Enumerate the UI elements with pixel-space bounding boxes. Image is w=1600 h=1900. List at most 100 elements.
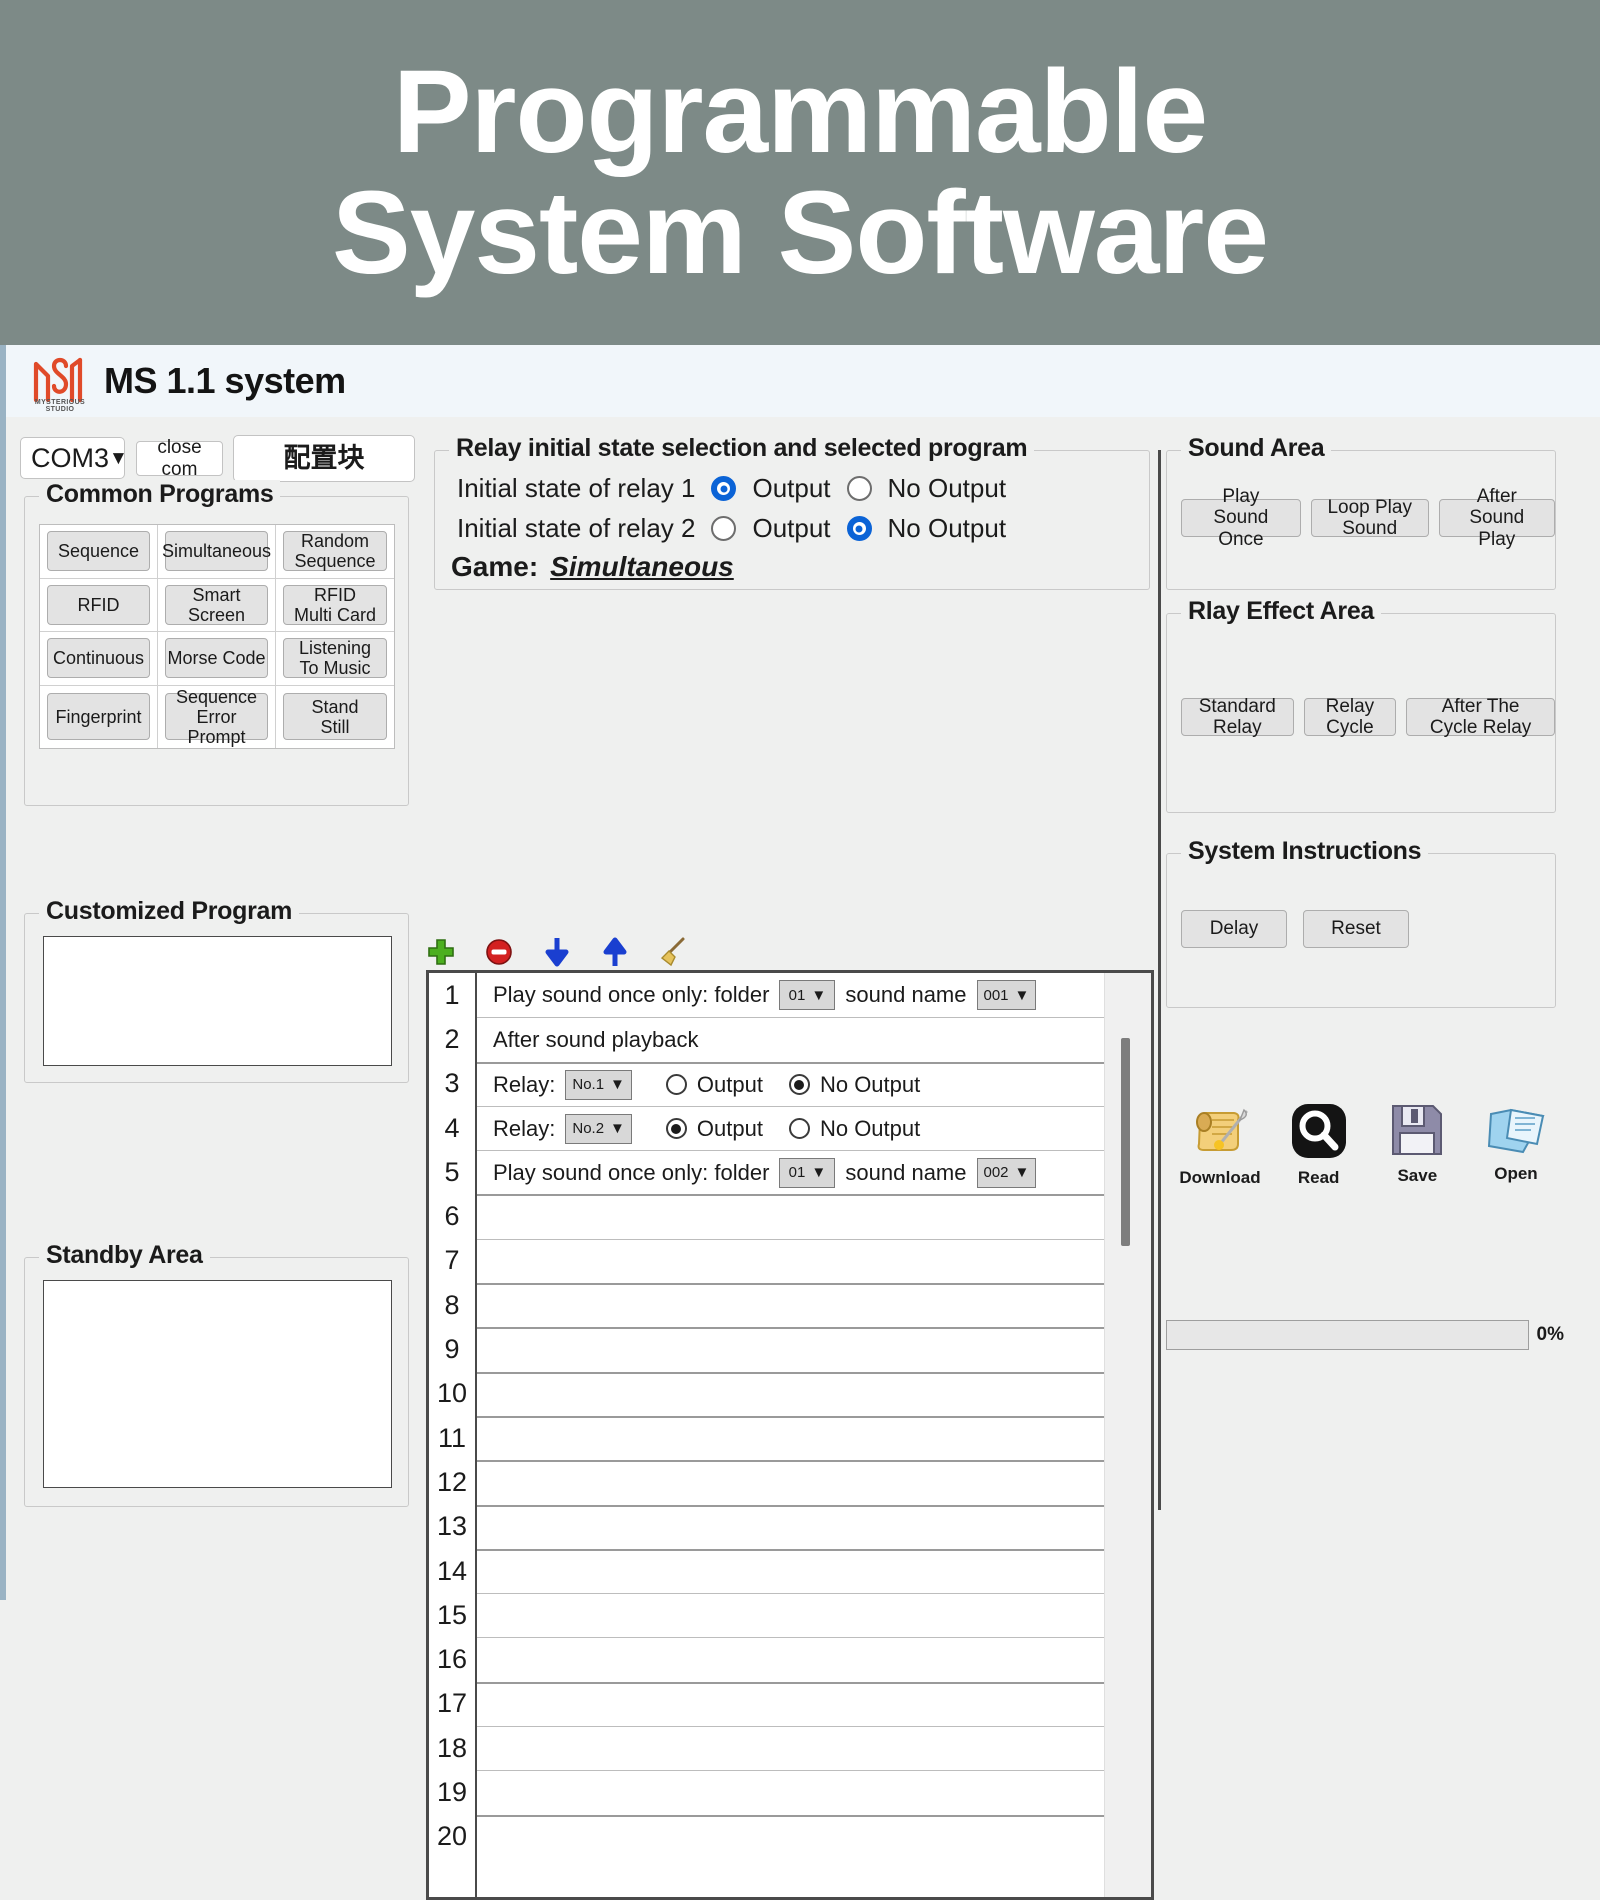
row3-no-output-radio[interactable] <box>788 1074 810 1096</box>
folder-select[interactable]: 01 ▼ <box>779 980 836 1011</box>
standard-relay-button[interactable]: Standard Relay <box>1181 696 1294 738</box>
list-row[interactable] <box>477 1327 1104 1371</box>
program-button-sequence[interactable]: Sequence <box>47 531 150 572</box>
list-scrollbar[interactable] <box>1104 973 1151 1897</box>
sound-name-select[interactable]: 002 ▼ <box>976 1157 1037 1188</box>
program-button-morse-code[interactable]: Morse Code <box>165 638 268 679</box>
sound-area-legend: Sound Area <box>1181 434 1332 463</box>
scrollbar-thumb[interactable] <box>1121 1038 1130 1246</box>
list-row[interactable] <box>477 1238 1104 1283</box>
list-row[interactable]: Play sound once only: folder 01 ▼ sound n… <box>477 973 1104 1017</box>
program-button-sequence-error-prompt[interactable]: Sequence Error Prompt <box>165 687 268 747</box>
relay1-no-output-label: No Output <box>887 473 1007 503</box>
move-up-icon[interactable] <box>598 935 632 969</box>
program-button-rfid[interactable]: RFID <box>47 584 150 625</box>
close-com-button[interactable]: close com <box>136 437 223 480</box>
list-row[interactable] <box>477 1371 1104 1416</box>
relay1-no-output-radio[interactable] <box>846 476 872 501</box>
open-folder-icon <box>1487 1108 1545 1154</box>
relay2-output-radio[interactable] <box>711 516 737 541</box>
chevron-down-icon: ▼ <box>811 1164 827 1182</box>
folder-value: 01 <box>788 1164 806 1182</box>
list-row[interactable] <box>477 1726 1104 1770</box>
row-number: 13 <box>436 1511 468 1542</box>
remove-icon[interactable] <box>482 935 516 969</box>
list-row[interactable] <box>477 1681 1104 1726</box>
promo-banner: Programmable System Software <box>0 0 1600 345</box>
after-sound-play-button[interactable]: After Sound Play <box>1438 486 1555 550</box>
panel-divider <box>1158 450 1161 1510</box>
list-row[interactable]: After sound playback <box>477 1017 1104 1061</box>
loop-play-sound-button[interactable]: Loop Play Sound <box>1310 497 1429 539</box>
program-cell: Smart Screen <box>158 578 276 633</box>
list-row[interactable] <box>477 1548 1104 1593</box>
relay-cycle-button[interactable]: Relay Cycle <box>1303 696 1397 738</box>
row-number: 4 <box>444 1112 460 1143</box>
sound-name-select[interactable]: 001 ▼ <box>976 980 1037 1011</box>
folder-select[interactable]: 01 ▼ <box>779 1157 836 1188</box>
list-row[interactable] <box>477 1504 1104 1549</box>
customized-program-list[interactable] <box>43 936 392 1066</box>
list-row[interactable] <box>477 1194 1104 1238</box>
title-bar: MYSTERIOUS STUDIO MS 1.1 system <box>6 345 1600 417</box>
relay-effect-area-legend: Rlay Effect Area <box>1181 597 1382 626</box>
list-row[interactable] <box>477 1637 1104 1681</box>
row4-no-output-radio[interactable] <box>788 1118 810 1140</box>
banner-title-line-2: System Software <box>332 166 1269 299</box>
config-block-button[interactable]: 配置块 <box>233 435 415 482</box>
program-button-smart-screen[interactable]: Smart Screen <box>165 585 268 625</box>
row3-output-radio[interactable] <box>665 1074 687 1096</box>
customized-program-legend: Customized Program <box>39 897 300 926</box>
row-mid-label: sound name <box>845 1159 967 1185</box>
list-row[interactable] <box>477 1770 1104 1814</box>
move-down-icon[interactable] <box>540 935 574 969</box>
list-row[interactable] <box>477 1814 1104 1859</box>
com-port-select[interactable]: COM3 ▼ <box>20 437 128 479</box>
program-button-fingerprint[interactable]: Fingerprint <box>47 693 150 741</box>
logo-caption: MYSTERIOUS STUDIO <box>34 399 86 413</box>
program-button-listening-to-music[interactable]: Listening To Music <box>283 638 387 678</box>
list-row[interactable]: Relay: No.1 ▼ Output No Output <box>477 1061 1104 1106</box>
relay2-no-output-radio[interactable] <box>846 516 872 541</box>
program-button-continuous[interactable]: Continuous <box>47 638 150 679</box>
download-action[interactable]: Download <box>1178 1100 1262 1188</box>
list-row[interactable]: Relay: No.2 ▼ Output No Output <box>477 1105 1104 1150</box>
save-action[interactable]: Save <box>1375 1100 1459 1188</box>
relay-number-select[interactable]: No.1 ▼ <box>565 1069 632 1100</box>
list-row[interactable] <box>477 1460 1104 1504</box>
sound-name-value: 002 <box>983 1164 1009 1182</box>
row-prefix: Relay: <box>493 1071 556 1097</box>
row-number-column: 1 2 3 4 5 6 7 8 9 10 11 12 13 14 15 16 1… <box>429 973 477 1897</box>
relay-number-select[interactable]: No.2 ▼ <box>565 1113 632 1144</box>
delay-button[interactable]: Delay <box>1181 910 1287 948</box>
after-the-cycle-relay-button[interactable]: After The Cycle Relay <box>1406 696 1555 738</box>
play-sound-once-button[interactable]: Play Sound Once <box>1181 486 1301 550</box>
program-button-simultaneous[interactable]: Simultaneous <box>162 531 271 572</box>
program-list[interactable]: 1 2 3 4 5 6 7 8 9 10 11 12 13 14 15 16 1… <box>426 970 1154 1900</box>
list-row[interactable] <box>477 1283 1104 1327</box>
row4-no-output-label: No Output <box>819 1115 921 1141</box>
program-cell: Morse Code <box>158 632 276 686</box>
row4-output-radio[interactable] <box>665 1118 687 1140</box>
add-icon[interactable] <box>424 935 458 969</box>
row-number: 16 <box>436 1644 468 1675</box>
program-button-rfid-multi-card[interactable]: RFID Multi Card <box>283 585 387 625</box>
relay1-output-radio[interactable] <box>711 476 737 501</box>
list-row[interactable] <box>477 1415 1104 1460</box>
row4-output-label: Output <box>696 1115 763 1141</box>
scroll-quill-icon <box>1196 1108 1248 1151</box>
row-number: 2 <box>444 1023 460 1054</box>
clear-broom-icon[interactable] <box>656 935 690 969</box>
program-button-stand-still[interactable]: Stand Still <box>283 693 387 741</box>
standby-area-list[interactable] <box>43 1280 392 1488</box>
program-button-random-sequence[interactable]: Random Sequence <box>283 531 387 571</box>
open-action[interactable]: Open <box>1474 1100 1558 1188</box>
customized-program-group: Customized Program <box>24 897 409 1083</box>
file-action-bar: Download Read Save Open <box>1178 1100 1558 1188</box>
relay2-label: Initial state of relay 2 <box>457 513 696 543</box>
list-row[interactable]: Play sound once only: folder 01 ▼ sound n… <box>477 1150 1104 1194</box>
reset-button[interactable]: Reset <box>1303 910 1409 948</box>
relay-number-value: No.2 <box>572 1120 605 1138</box>
list-toolbar <box>424 935 690 969</box>
read-action[interactable]: Read <box>1277 1100 1361 1188</box>
